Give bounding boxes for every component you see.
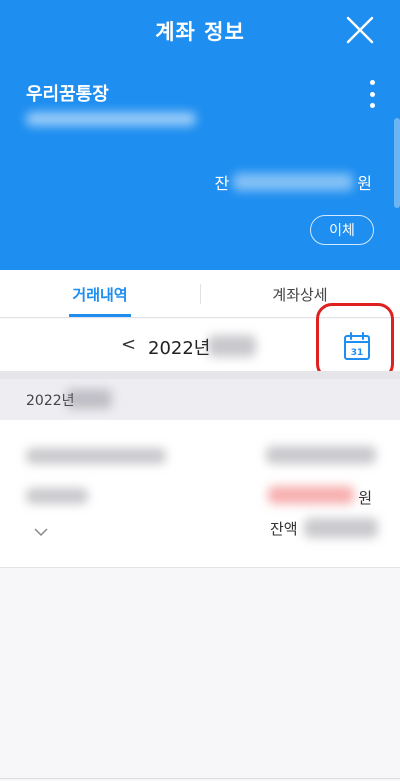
account-number-redacted — [26, 112, 196, 126]
date-group-header: 2022년 — [0, 379, 400, 420]
more-dot-icon — [369, 80, 375, 85]
transfer-button[interactable]: 이체 — [310, 215, 374, 245]
balance-unit: 원 — [357, 174, 372, 193]
section-shadow — [0, 371, 400, 379]
balance-amount-redacted — [233, 173, 354, 191]
transaction-date-redacted — [266, 446, 376, 464]
prev-month-button[interactable]: < — [121, 334, 136, 355]
chevron-down-icon — [34, 528, 48, 537]
close-icon — [346, 16, 374, 44]
close-button[interactable] — [342, 12, 378, 48]
transaction-amount-redacted — [268, 486, 354, 504]
account-balance: 잔 원 — [215, 170, 372, 194]
page-title: 계좌 정보 — [155, 20, 245, 44]
balance-prefix: 잔 — [214, 174, 230, 193]
transaction-type-redacted — [26, 488, 88, 504]
more-dot-icon — [369, 91, 375, 97]
date-redacted — [66, 389, 112, 409]
balance-after-redacted — [304, 518, 378, 538]
month-redacted — [208, 335, 256, 357]
amount-unit: 원 — [358, 489, 372, 507]
current-period-label: 2022년 — [148, 338, 211, 359]
transaction-description-redacted — [26, 448, 166, 464]
more-dot-icon — [369, 103, 375, 108]
balance-after-label: 잔액 — [270, 520, 298, 538]
expand-button[interactable] — [34, 522, 48, 541]
scroll-indicator — [394, 118, 400, 208]
tab-transactions[interactable]: 거래내역 — [0, 270, 200, 318]
account-name: 우리꿈통장 — [26, 84, 109, 105]
account-header: 계좌 정보 우리꿈통장 잔 원 이체 — [0, 0, 400, 270]
calendar-highlight-annotation — [316, 303, 394, 380]
active-tab-indicator — [69, 314, 131, 317]
more-options-button[interactable] — [366, 80, 378, 108]
transaction-item[interactable]: 원 잔액 — [0, 420, 400, 568]
bottom-divider — [0, 778, 400, 779]
